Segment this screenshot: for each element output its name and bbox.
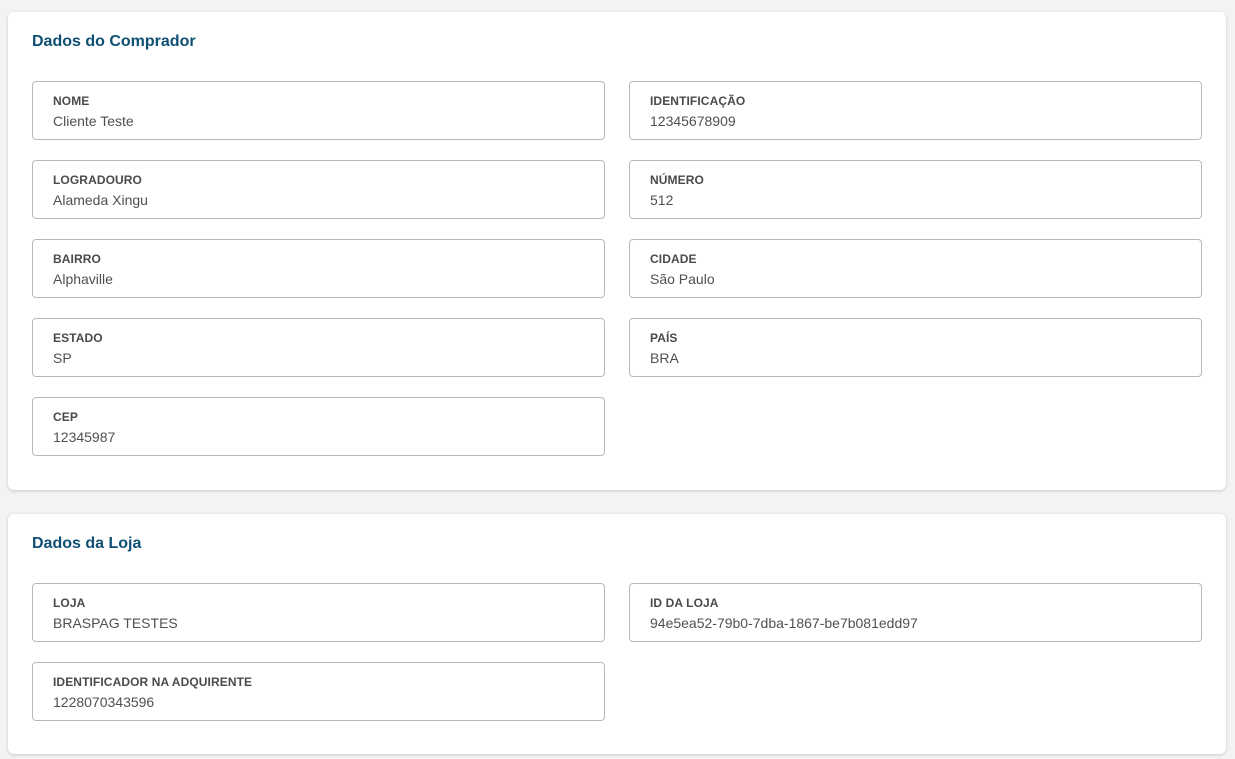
field-neighborhood: BAIRRO Alphaville [32,239,605,298]
field-name: NOME Cliente Teste [32,81,605,140]
field-value: BRA [650,350,679,366]
field-value: BRASPAG TESTES [53,615,178,631]
field-label: IDENTIFICAÇÃO [650,94,746,108]
field-zip-code: CEP 12345987 [32,397,605,456]
field-label: IDENTIFICADOR NA ADQUIRENTE [53,675,253,689]
field-state: ESTADO SP [32,318,605,377]
store-data-title: Dados da Loja [32,535,142,552]
field-label: PAÍS [650,331,678,345]
field-label: LOJA [53,596,86,610]
field-identification: IDENTIFICAÇÃO 12345678909 [629,81,1202,140]
field-acquirer-identifier: IDENTIFICADOR NA ADQUIRENTE 122807034359… [32,662,605,721]
store-fields-grid: LOJA BRASPAG TESTES ID DA LOJA 94e5ea52-… [32,583,1202,721]
field-number: NÚMERO 512 [629,160,1202,219]
buyer-data-card: Dados do Comprador NOME Cliente Teste ID… [8,12,1226,490]
field-label: NÚMERO [650,173,704,187]
field-city: CIDADE São Paulo [629,239,1202,298]
field-label: LOGRADOURO [53,173,142,187]
field-label: NOME [53,94,90,108]
buyer-data-title: Dados do Comprador [32,33,196,50]
field-store: LOJA BRASPAG TESTES [32,583,605,642]
field-value: 12345987 [53,429,116,445]
buyer-fields-grid: NOME Cliente Teste IDENTIFICAÇÃO 1234567… [32,81,1202,456]
page: Dados do Comprador NOME Cliente Teste ID… [0,0,1235,759]
field-value: 94e5ea52-79b0-7dba-1867-be7b081edd97 [650,615,918,631]
field-value: 12345678909 [650,113,736,129]
field-country: PAÍS BRA [629,318,1202,377]
field-label: ESTADO [53,331,103,345]
field-value: Cliente Teste [53,113,134,129]
field-label: CEP [53,410,78,424]
field-label: CIDADE [650,252,697,266]
field-value: 512 [650,192,674,208]
field-value: Alameda Xingu [53,192,148,208]
field-label: BAIRRO [53,252,101,266]
field-value: SP [53,350,72,366]
field-value: 1228070343596 [53,694,155,710]
field-street: LOGRADOURO Alameda Xingu [32,160,605,219]
field-store-id: ID DA LOJA 94e5ea52-79b0-7dba-1867-be7b0… [629,583,1202,642]
field-value: Alphaville [53,271,113,287]
field-value: São Paulo [650,271,715,287]
store-data-card: Dados da Loja LOJA BRASPAG TESTES ID DA … [8,514,1226,754]
field-label: ID DA LOJA [650,596,719,610]
